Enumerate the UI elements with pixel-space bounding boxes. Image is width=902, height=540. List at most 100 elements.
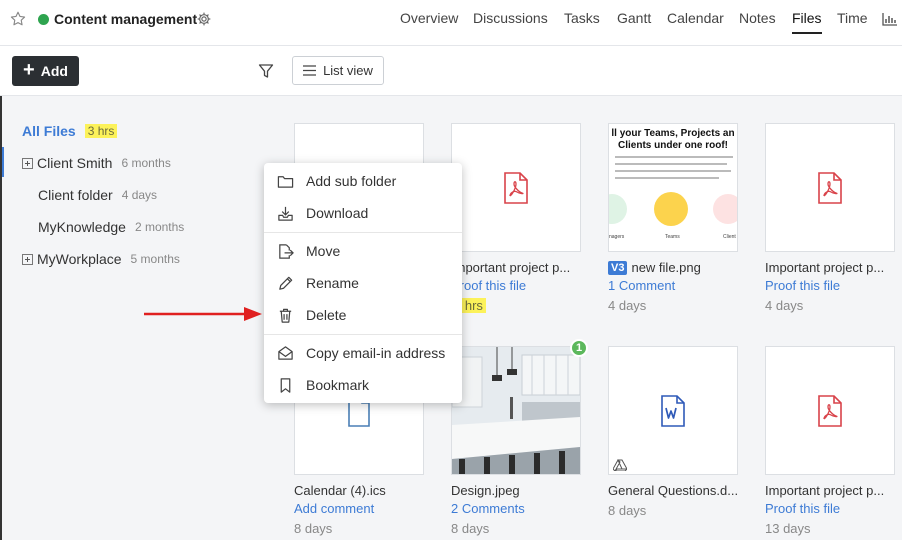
- promo-text-lines: [615, 156, 733, 184]
- tree-item-meta: 2 months: [134, 220, 185, 234]
- trash-icon: [279, 308, 292, 323]
- list-view-label: List view: [323, 63, 373, 78]
- file-card[interactable]: 1 Design.jpeg 2 Comments 8 days: [451, 339, 588, 536]
- kitchen-photo: [452, 347, 580, 474]
- tree-all-files[interactable]: All Files 3 hrs: [22, 123, 118, 139]
- file-age: 4 days: [765, 298, 804, 313]
- list-view-button[interactable]: List view: [292, 56, 384, 85]
- list-icon: [303, 65, 317, 76]
- file-name-row[interactable]: V3 new file.png: [608, 260, 739, 275]
- menu-item-add-sub-folder[interactable]: Add sub folder: [264, 165, 462, 197]
- tree-item-label: MyWorkplace: [37, 251, 122, 267]
- bookmark-icon: [280, 377, 291, 393]
- gear-icon[interactable]: [196, 11, 212, 27]
- tree-item-label: MyKnowledge: [38, 219, 126, 235]
- tree-item-myworkplace[interactable]: MyWorkplace 5 months: [22, 251, 180, 267]
- tree-item-client-folder[interactable]: Client folder 4 days: [38, 187, 157, 203]
- tab-calendar[interactable]: Calendar: [667, 10, 724, 32]
- file-thumbnail[interactable]: 1: [451, 339, 588, 475]
- file-name[interactable]: General Questions.d...: [608, 483, 739, 498]
- all-files-label: All Files: [22, 123, 76, 139]
- file-age: 8 days: [294, 521, 333, 536]
- tree-item-client-smith[interactable]: Client Smith 6 months: [22, 155, 171, 171]
- proof-file-link[interactable]: Proof this file: [765, 501, 896, 516]
- file-name[interactable]: Calendar (4).ics: [294, 483, 425, 498]
- tab-gantt[interactable]: Gantt: [617, 10, 651, 32]
- tree-item-meta: 6 months: [121, 156, 171, 170]
- file-thumbnail[interactable]: [765, 123, 895, 252]
- menu-item-label: Add sub folder: [306, 173, 397, 189]
- move-icon: [279, 243, 294, 259]
- file-card[interactable]: Important project p... Proof this file 3…: [451, 123, 582, 315]
- menu-item-download[interactable]: Download: [264, 197, 462, 229]
- menu-item-rename[interactable]: Rename: [264, 267, 462, 299]
- file-age: 8 days: [608, 503, 647, 518]
- tab-files[interactable]: Files: [792, 10, 822, 34]
- folder-icon: [277, 175, 294, 188]
- tree-item-meta: 5 months: [130, 252, 180, 266]
- file-name[interactable]: Design.jpeg: [451, 483, 582, 498]
- file-thumbnail[interactable]: [765, 346, 895, 475]
- red-arrow-annotation: [144, 307, 262, 321]
- caption-clients: Client: [723, 234, 736, 240]
- avatar-teams: [654, 192, 688, 226]
- avatar-clients: [713, 194, 737, 224]
- proof-file-link[interactable]: Proof this file: [451, 278, 582, 293]
- promo-image: ll your Teams, Projects an Clients under…: [609, 124, 737, 251]
- filter-icon[interactable]: [258, 63, 274, 79]
- menu-divider: [264, 232, 462, 233]
- file-name[interactable]: Important project p...: [451, 260, 582, 275]
- expand-icon[interactable]: [22, 253, 33, 265]
- menu-item-label: Move: [306, 243, 341, 259]
- pdf-icon: [818, 394, 842, 427]
- all-files-time: 3 hrs: [84, 124, 118, 138]
- files-toolbar: + Add List view: [0, 46, 902, 96]
- active-folder-indicator: [2, 147, 4, 177]
- file-name[interactable]: Important project p...: [765, 260, 896, 275]
- file-card[interactable]: Important project p... Proof this file 1…: [765, 346, 896, 536]
- menu-item-bookmark[interactable]: Bookmark: [264, 369, 462, 401]
- download-icon: [278, 206, 293, 221]
- add-button-label: Add: [40, 63, 68, 79]
- file-thumbnail[interactable]: ll your Teams, Projects an Clients under…: [608, 123, 738, 252]
- word-icon: [661, 394, 685, 427]
- file-name: new file.png: [631, 260, 701, 275]
- menu-divider: [264, 334, 462, 335]
- pdf-icon: [504, 171, 528, 204]
- file-thumbnail[interactable]: [608, 346, 738, 475]
- menu-item-label: Rename: [306, 275, 359, 291]
- file-age: 8 days: [451, 521, 490, 536]
- menu-item-delete[interactable]: Delete: [264, 299, 462, 331]
- tree-item-myknowledge[interactable]: MyKnowledge 2 months: [38, 219, 184, 235]
- pencil-icon: [279, 276, 293, 290]
- envelope-icon: [278, 345, 293, 360]
- proof-file-link[interactable]: Proof this file: [765, 278, 896, 293]
- tab-tasks[interactable]: Tasks: [564, 10, 600, 32]
- menu-item-copy-email-in-address[interactable]: Copy email-in address: [264, 337, 462, 369]
- comments-link[interactable]: 2 Comments: [451, 501, 582, 516]
- file-card[interactable]: ll your Teams, Projects an Clients under…: [608, 123, 739, 313]
- avatar-managers: [609, 194, 627, 224]
- menu-item-move[interactable]: Move: [264, 235, 462, 267]
- pdf-icon: [818, 171, 842, 204]
- star-icon[interactable]: [9, 10, 27, 28]
- tab-discussions[interactable]: Discussions: [473, 10, 548, 32]
- version-badge: V3: [608, 260, 628, 275]
- notification-badge: 1: [570, 339, 588, 357]
- file-card[interactable]: Important project p... Proof this file 4…: [765, 123, 896, 313]
- tab-time[interactable]: Time: [837, 10, 868, 32]
- menu-item-label: Delete: [306, 307, 347, 323]
- tab-notes[interactable]: Notes: [739, 10, 776, 32]
- expand-icon[interactable]: [22, 157, 33, 169]
- add-comment-link[interactable]: Add comment: [294, 501, 425, 516]
- tab-overview[interactable]: Overview: [400, 10, 458, 32]
- add-button[interactable]: + Add: [12, 56, 79, 86]
- project-title[interactable]: Content management: [54, 11, 197, 27]
- project-header: Content management Overview Discussions …: [0, 0, 902, 46]
- file-thumbnail[interactable]: [451, 123, 581, 252]
- file-card[interactable]: General Questions.d... 8 days: [608, 346, 739, 518]
- tree-item-label: Client Smith: [37, 155, 113, 171]
- comments-link[interactable]: 1 Comment: [608, 278, 739, 293]
- file-name[interactable]: Important project p...: [765, 483, 896, 498]
- reports-icon[interactable]: [882, 12, 898, 26]
